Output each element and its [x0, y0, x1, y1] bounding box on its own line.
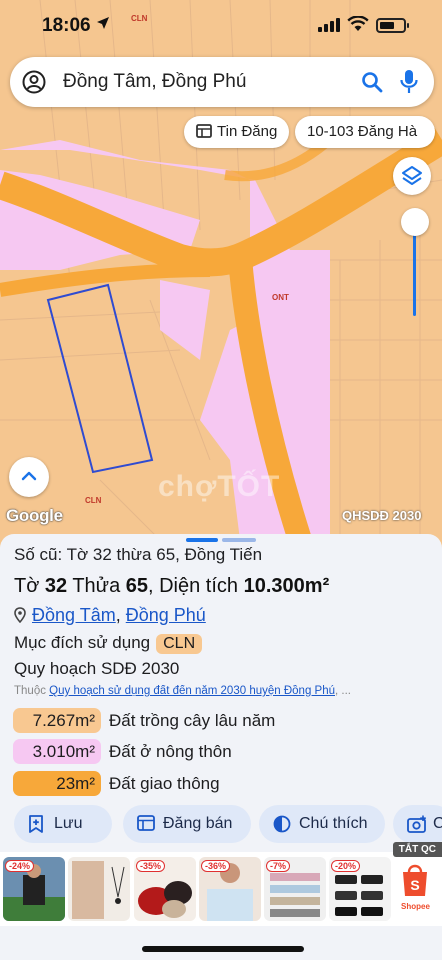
location-separator: , — [115, 605, 126, 625]
contrast-icon — [273, 815, 291, 833]
land-use-label: Đất ở nông thôn — [109, 742, 232, 761]
purpose-label: Mục đích sử dụng — [14, 633, 151, 652]
shopee-bag-icon: S — [403, 864, 427, 896]
discount-badge: -24% — [5, 860, 35, 872]
commune-link[interactable]: Đồng Tâm — [32, 605, 116, 625]
hide-ads-button[interactable]: TẮT QC — [392, 842, 442, 857]
google-logo: Google — [6, 506, 63, 525]
watermark: chợTỐT — [158, 470, 281, 503]
plan-title: Quy hoạch SDĐ 2030 — [14, 659, 180, 678]
land-use-area: 7.267m² — [13, 708, 101, 733]
purpose-code-badge: CLN — [156, 634, 203, 654]
sheet-prefix: Tờ — [14, 575, 45, 597]
land-use-area: 23m² — [13, 771, 101, 796]
land-use-row: 23m² Đất giao thông — [13, 771, 220, 796]
post-sale-button-label: Đăng bán — [163, 815, 233, 832]
ad-product[interactable] — [68, 857, 130, 921]
cln-map-label: CLN — [85, 496, 102, 505]
search-icon[interactable] — [360, 70, 384, 94]
opacity-slider-track[interactable] — [413, 224, 416, 316]
layers-icon — [402, 166, 422, 185]
listing-chip[interactable]: Tin Đăng — [184, 116, 290, 148]
sheet-number: 32 — [44, 575, 68, 597]
location-row: Đồng Tâm, Đồng Phú — [14, 605, 206, 626]
search-bar[interactable]: Đồng Tâm, Đồng Phú — [10, 57, 434, 107]
chevron-up-icon — [21, 471, 37, 481]
listing-chip-label: Tin Đăng — [217, 123, 278, 140]
ad-product[interactable]: -20% — [329, 857, 391, 921]
discount-badge: -20% — [331, 860, 361, 872]
land-use-area: 3.010m² — [13, 739, 101, 764]
plot-summary: Tờ 32 Thửa 65, Diện tích 10.300m² — [14, 575, 329, 598]
map-view[interactable]: ONT CLN chợTỐT Google QHSDĐ 2030 18:06 C… — [0, 0, 442, 540]
belongs-suffix: , ... — [335, 685, 351, 697]
legend-button-label: Chú thích — [299, 815, 368, 832]
land-purpose-row: Mục đích sử dụng CLN — [14, 633, 203, 654]
ad-product[interactable]: -7% — [264, 857, 326, 921]
location-arrow-icon — [97, 17, 109, 29]
land-use-row: 7.267m² Đất trồng cây lâu năm — [13, 708, 275, 733]
svg-text:S: S — [410, 877, 419, 893]
land-use-label: Đất trồng cây lâu năm — [109, 711, 276, 730]
search-input[interactable]: Đồng Tâm, Đồng Phú — [63, 71, 246, 93]
expand-up-button[interactable] — [9, 457, 49, 497]
account-icon[interactable] — [22, 70, 46, 94]
sheet-handle[interactable] — [186, 538, 218, 542]
parcel-prefix: Thửa — [67, 575, 126, 597]
bookmark-add-icon — [29, 815, 43, 833]
battery-icon — [376, 18, 409, 33]
wifi-icon — [347, 16, 369, 31]
status-bar: 18:06 CLN — [0, 0, 442, 52]
area-value: 10.300m² — [243, 575, 330, 597]
listing-icon — [137, 815, 155, 831]
ad-product[interactable]: -35% — [134, 857, 196, 921]
ad-banner[interactable]: TẮT QC -24% -35% -36% -7% -20% S Shopee — [0, 842, 442, 926]
layers-button[interactable] — [393, 157, 431, 195]
ad-product[interactable]: -36% — [199, 857, 261, 921]
discount-badge: -36% — [201, 860, 231, 872]
cellular-signal-icon — [318, 18, 340, 32]
photo-button[interactable]: C — [393, 805, 442, 843]
post-sale-button[interactable]: Đăng bán — [123, 805, 251, 843]
legend-button[interactable]: Chú thích — [259, 805, 385, 843]
belongs-prefix: Thuộc — [14, 685, 50, 697]
listing-icon — [196, 123, 212, 138]
ad-product[interactable]: -24% — [3, 857, 65, 921]
plan-source-row: Thuộc Quy hoạch sử dụng đất đến năm 2030… — [14, 685, 439, 697]
address-chip[interactable]: 10-103 Đăng Hà — [295, 116, 435, 148]
opacity-slider-handle[interactable] — [401, 208, 429, 236]
land-use-row: 3.010m² Đất ở nông thôn — [13, 739, 232, 764]
land-use-label: Đất giao thông — [109, 774, 220, 793]
home-indicator[interactable] — [142, 946, 304, 952]
plan-source-link[interactable]: Quy hoạch sử dụng đất đến năm 2030 huyện… — [49, 685, 335, 697]
parcel-number: 65 — [125, 575, 148, 597]
microphone-icon[interactable] — [399, 69, 419, 95]
ont-map-label: ONT — [272, 293, 289, 302]
old-plot-number: Số cũ: Tờ 32 thừa 65, Đồng Tiến — [14, 545, 263, 564]
status-cln-label: CLN — [131, 14, 148, 23]
area-prefix: , Diện tích — [148, 575, 244, 597]
product-image — [68, 857, 130, 921]
district-link[interactable]: Đồng Phú — [126, 605, 206, 625]
status-time: 18:06 — [42, 15, 91, 36]
photo-button-label: C — [433, 815, 442, 832]
discount-badge: -35% — [136, 860, 166, 872]
location-pin-icon — [14, 606, 26, 623]
save-button-label: Lưu — [54, 815, 83, 832]
save-button[interactable]: Lưu — [14, 805, 112, 843]
parcel-info-sheet: Số cũ: Tờ 32 thừa 65, Đồng Tiến Tờ 32 Th… — [0, 534, 442, 960]
discount-badge: -7% — [266, 860, 291, 872]
sheet-handle-secondary[interactable] — [222, 538, 256, 542]
add-photo-icon — [407, 815, 426, 833]
layer-name-label: QHSDĐ 2030 — [342, 508, 422, 523]
shopee-label: Shopee — [401, 902, 430, 911]
